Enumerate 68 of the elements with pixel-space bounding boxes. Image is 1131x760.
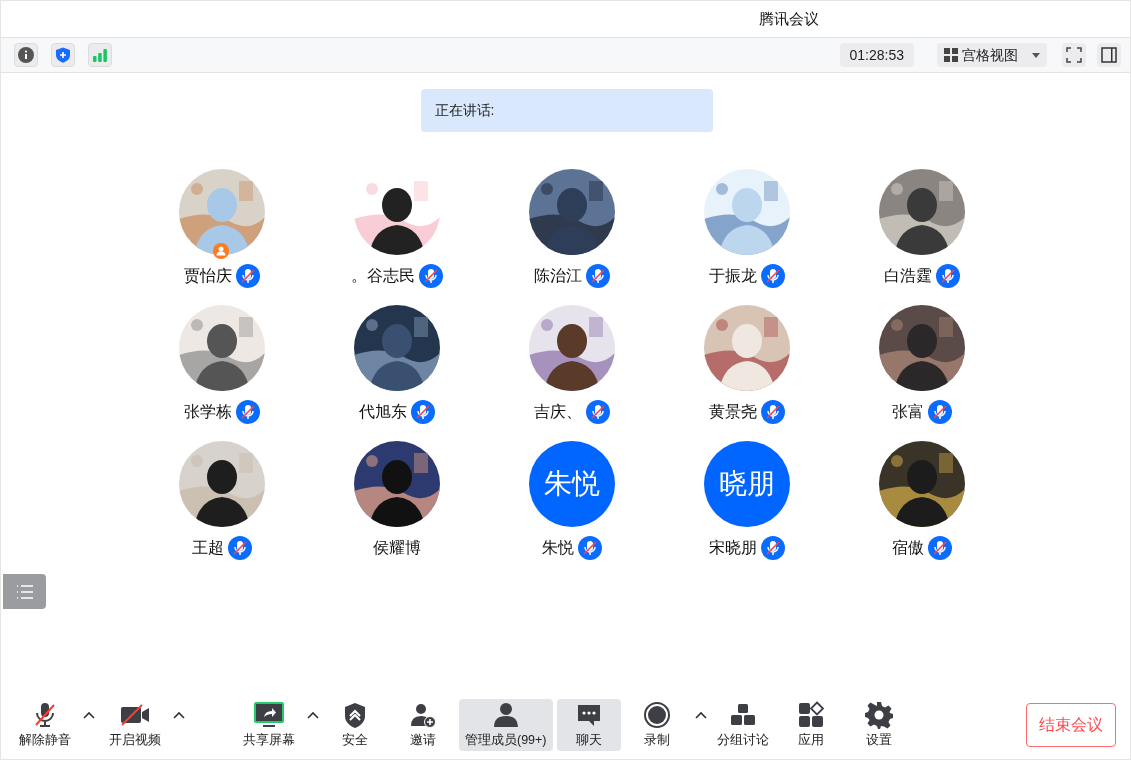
info-button[interactable]	[14, 43, 38, 67]
caret-icon[interactable]	[173, 711, 185, 719]
initials-avatar: 朱悦	[528, 441, 615, 527]
toolbar-button[interactable]: 解除静音	[13, 699, 77, 751]
muted-mic-icon	[585, 400, 610, 424]
shield-icon	[55, 47, 71, 63]
caret-icon[interactable]	[694, 711, 707, 719]
toolbar-button[interactable]: 邀请	[391, 699, 455, 751]
toolbar-button[interactable]: 开启视频	[103, 699, 167, 751]
initials-avatar: 晓朋	[703, 441, 790, 527]
record-icon	[642, 700, 671, 729]
user-icon	[491, 700, 520, 729]
participant-name: 朱悦	[541, 538, 574, 558]
participant-name: 黄景尧	[708, 402, 757, 422]
participant-name: 张学栋	[183, 402, 232, 422]
muted-mic-icon	[227, 536, 252, 560]
muted-mic-icon	[927, 536, 952, 560]
dropdown-caret-icon	[1032, 52, 1040, 58]
side-panel-icon	[1101, 47, 1117, 63]
participant-name: 吉庆、	[533, 402, 582, 422]
participant-name: 王超	[191, 538, 224, 558]
toolbar-button[interactable]: 安全	[323, 699, 387, 751]
participant-name: 宋晓朋	[708, 538, 757, 558]
toolbar-button[interactable]: 聊天	[556, 699, 621, 751]
toolbar-button[interactable]: 管理成员(99+)	[459, 699, 553, 751]
speaking-label: 正在讲话:	[434, 101, 495, 120]
muted-mic-icon	[760, 400, 785, 424]
participant-name: 陈治江	[533, 266, 582, 286]
muted-mic-icon	[235, 264, 260, 288]
muted-mic-icon	[235, 400, 260, 424]
toolbar-button[interactable]: 应用	[778, 699, 843, 751]
muted-mic-icon	[410, 400, 435, 424]
fullscreen-button[interactable]	[1062, 43, 1086, 67]
window-title: 腾讯会议	[758, 8, 819, 29]
view-dropdown[interactable]: 宫格视图	[937, 43, 1047, 67]
toolbar-button[interactable]: 设置	[846, 699, 911, 751]
caret-icon[interactable]	[83, 711, 95, 719]
grid-icon	[944, 48, 958, 62]
apps-icon	[796, 700, 825, 729]
participant-name: 张富	[891, 402, 924, 422]
list-toggle-button[interactable]	[3, 574, 46, 609]
toolbar-button[interactable]: 共享屏幕	[237, 699, 301, 751]
settings-icon	[864, 700, 893, 729]
muted-mic-icon	[418, 264, 443, 288]
sidebar-toggle-button[interactable]	[1097, 43, 1121, 67]
muted-mic-icon	[760, 536, 785, 560]
list-icon	[15, 584, 34, 599]
participant-name: 代旭东	[358, 402, 407, 422]
participant-name: 于振龙	[708, 266, 757, 286]
toolbar-button[interactable]: 录制	[624, 699, 689, 751]
security-button[interactable]	[51, 43, 75, 67]
participant-name: 侯耀博	[372, 538, 421, 558]
fullscreen-icon	[1066, 47, 1082, 63]
toolbar-button[interactable]: 分组讨论	[710, 699, 775, 751]
muted-mic-icon	[585, 264, 610, 288]
participant-name: 白浩霆	[883, 266, 932, 286]
caret-icon[interactable]	[307, 711, 319, 719]
screen-share-icon	[253, 700, 285, 729]
muted-mic-icon	[760, 264, 785, 288]
muted-mic-icon	[935, 264, 960, 288]
participant-name: 宿傲	[891, 538, 924, 558]
muted-mic-icon	[927, 400, 952, 424]
info-icon	[18, 47, 34, 63]
signal-icon	[92, 47, 108, 63]
muted-mic-icon	[577, 536, 602, 560]
participant-name: 贾怡庆	[183, 266, 232, 286]
participant-name: 。谷志民	[350, 266, 415, 286]
meeting-timer: 01:28:53	[839, 43, 914, 67]
